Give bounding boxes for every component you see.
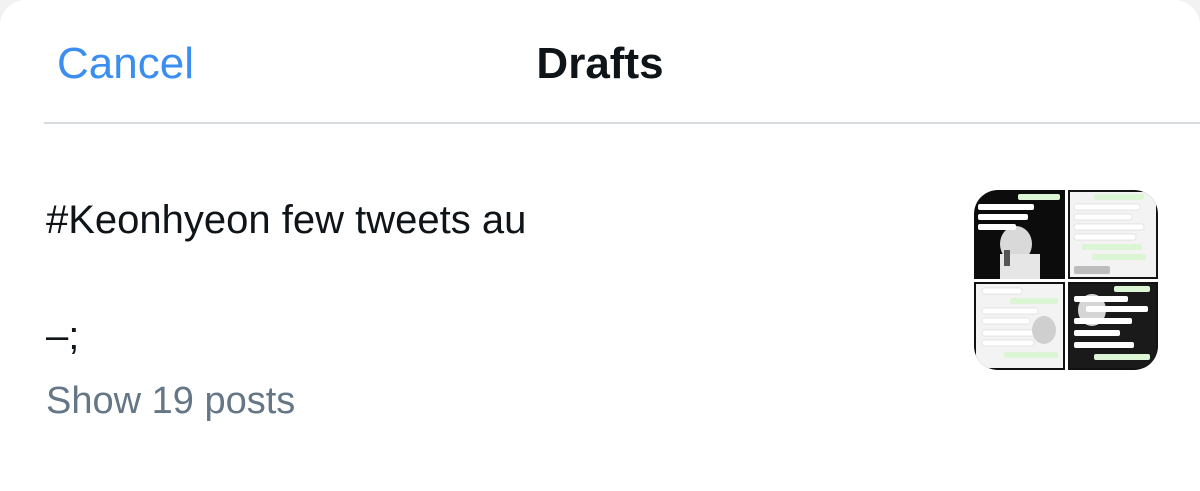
draft-media-thumbnail[interactable] [974,190,1158,370]
draft-text-line1: #Keonhyeon few tweets au [46,198,527,242]
drafts-sheet: Cancel Drafts #Keonhyeon few tweets au –… [0,0,1200,491]
draft-item[interactable]: #Keonhyeon few tweets au –; Show 19 post… [0,124,1200,491]
page-title: Drafts [536,39,664,88]
show-posts-link[interactable]: Show 19 posts [46,378,295,424]
draft-text-line2: –; [46,314,80,358]
nav-bar: Cancel Drafts [0,0,1200,124]
